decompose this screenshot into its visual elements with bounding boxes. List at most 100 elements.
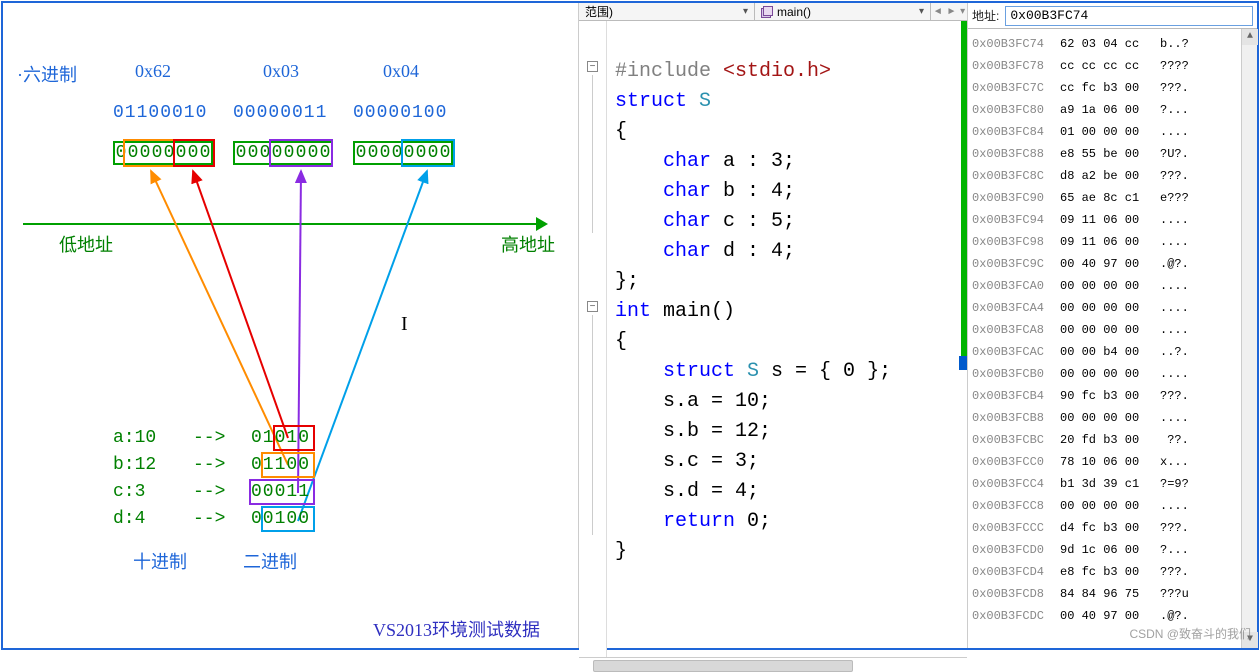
mem-addr: 0x00B3FC9C	[972, 253, 1060, 275]
mem-hex: 65 ae 8c c1	[1060, 187, 1160, 209]
mem-ascii: b..?	[1160, 33, 1189, 55]
memory-rows[interactable]: 0x00B3FC7462 03 04 ccb..? 0x00B3FC78cc cc…	[968, 29, 1257, 648]
mem-hex: 09 11 06 00	[1060, 209, 1160, 231]
code-toolbar: 范围) ▾ main() ▾ ◄ ► ▾	[579, 3, 967, 21]
mem-ascii: ?...	[1160, 99, 1189, 121]
memory-row: 0x00B3FCA800 00 00 00....	[972, 319, 1257, 341]
high-addr-label: 高地址	[501, 231, 555, 257]
memory-panel: 地址: 0x00B3FC7462 03 04 ccb..?0x00B3FC78c…	[968, 3, 1257, 648]
function-dropdown[interactable]: main() ▾	[755, 3, 931, 20]
byte-box-2: 0 0 0 0 0 0 0 0	[353, 141, 453, 165]
code-line: #include	[615, 60, 723, 83]
mem-ascii: x...	[1160, 451, 1189, 473]
scroll-down-icon[interactable]: ▼	[1242, 632, 1258, 648]
code-panel: 范围) ▾ main() ▾ ◄ ► ▾ − − #include <stdio…	[578, 3, 968, 648]
mem-hex: 20 fd b3 00	[1060, 429, 1160, 451]
mem-ascii: ....	[1160, 297, 1189, 319]
mem-ascii: ???.	[1160, 165, 1189, 187]
fold-toggle[interactable]: −	[587, 61, 598, 72]
mem-addr: 0x00B3FC84	[972, 121, 1060, 143]
nav-fwd-icon[interactable]: ►	[946, 6, 956, 17]
memory-row: 0x00B3FC9809 11 06 00....	[972, 231, 1257, 253]
mem-addr: 0x00B3FC80	[972, 99, 1060, 121]
memory-row: 0x00B3FCD884 84 96 75???u	[972, 583, 1257, 605]
assign-c-bin: 00011	[251, 482, 310, 502]
memory-row: 0x00B3FCB490 fc b3 00???.	[972, 385, 1257, 407]
bin-value-1: 00000011	[233, 103, 327, 123]
bin-value-2: 00000100	[353, 103, 447, 123]
mem-hex: 84 84 96 75	[1060, 583, 1160, 605]
mem-addr: 0x00B3FCD8	[972, 583, 1060, 605]
code-body: − − #include <stdio.h> struct S { char a…	[579, 21, 967, 657]
memory-row: 0x00B3FC8401 00 00 00....	[972, 121, 1257, 143]
memory-row: 0x00B3FCB000 00 00 00....	[972, 363, 1257, 385]
nav-back-icon[interactable]: ◄	[933, 6, 943, 17]
cube-icon	[761, 6, 773, 18]
mem-addr: 0x00B3FC78	[972, 55, 1060, 77]
mem-hex: 00 00 00 00	[1060, 495, 1160, 517]
mem-ascii: ....	[1160, 275, 1189, 297]
mem-ascii: .@?.	[1160, 605, 1189, 627]
code-editor[interactable]: #include <stdio.h> struct S { char a : 3…	[607, 21, 967, 657]
assign-d-bin: 00100	[251, 509, 310, 529]
fold-toggle[interactable]: −	[587, 301, 598, 312]
mem-addr: 0x00B3FC88	[972, 143, 1060, 165]
memory-row: 0x00B3FCA000 00 00 00....	[972, 275, 1257, 297]
mem-ascii: ??.	[1160, 429, 1189, 451]
address-input[interactable]	[1005, 6, 1253, 26]
memory-row: 0x00B3FC9065 ae 8c c1e???	[972, 187, 1257, 209]
mem-hex: 9d 1c 06 00	[1060, 539, 1160, 561]
mem-ascii: ???.	[1160, 517, 1189, 539]
scroll-up-icon[interactable]: ▲	[1242, 29, 1258, 45]
mem-hex: 00 00 00 00	[1060, 275, 1160, 297]
mem-hex: 00 00 00 00	[1060, 319, 1160, 341]
address-axis-arrow	[23, 223, 543, 225]
byte-box-1: 0 0 0 0 0 0 0 0	[233, 141, 333, 165]
assign-a-arrow: -->	[193, 428, 225, 448]
mem-addr: 0x00B3FCB8	[972, 407, 1060, 429]
mem-addr: 0x00B3FCA4	[972, 297, 1060, 319]
memory-row: 0x00B3FCD4e8 fc b3 00???.	[972, 561, 1257, 583]
mem-hex: d8 a2 be 00	[1060, 165, 1160, 187]
mem-addr: 0x00B3FCC4	[972, 473, 1060, 495]
mem-addr: 0x00B3FCD0	[972, 539, 1060, 561]
scrollbar-thumb[interactable]	[593, 660, 853, 672]
mem-ascii: ....	[1160, 209, 1189, 231]
hex-value-1: 0x03	[263, 61, 299, 82]
mem-ascii: ....	[1160, 495, 1189, 517]
chevron-down-icon: ▾	[743, 6, 748, 17]
memory-row: 0x00B3FCAC00 00 b4 00..?.	[972, 341, 1257, 363]
scope-label: 范围)	[585, 3, 613, 20]
nav-arrows: ◄ ► ▾	[931, 3, 967, 20]
mem-hex: 00 00 00 00	[1060, 363, 1160, 385]
mem-hex: cc cc cc cc	[1060, 55, 1160, 77]
mem-ascii: ?U?.	[1160, 143, 1189, 165]
scope-dropdown[interactable]: 范围) ▾	[579, 3, 755, 20]
diagram-panel: ·六进制 0x62 0x03 0x04 01100010 00000011 00…	[3, 3, 578, 648]
mem-addr: 0x00B3FC74	[972, 33, 1060, 55]
mem-ascii: .@?.	[1160, 253, 1189, 275]
mem-addr: 0x00B3FCC8	[972, 495, 1060, 517]
mem-addr: 0x00B3FC98	[972, 231, 1060, 253]
low-addr-label: 低地址	[59, 231, 113, 257]
horizontal-scrollbar[interactable]	[579, 657, 967, 658]
nav-down-icon[interactable]: ▾	[960, 6, 965, 17]
mem-ascii: ???u	[1160, 583, 1189, 605]
memory-row: 0x00B3FCC800 00 00 00....	[972, 495, 1257, 517]
memory-row: 0x00B3FC8Cd8 a2 be 00???.	[972, 165, 1257, 187]
memory-row: 0x00B3FC7Ccc fc b3 00???.	[972, 77, 1257, 99]
mem-ascii: ....	[1160, 407, 1189, 429]
memory-row: 0x00B3FCD09d 1c 06 00?...	[972, 539, 1257, 561]
memory-row: 0x00B3FCDC00 40 97 00.@?.	[972, 605, 1257, 627]
mem-addr: 0x00B3FC8C	[972, 165, 1060, 187]
mem-addr: 0x00B3FCB0	[972, 363, 1060, 385]
memory-row: 0x00B3FC88e8 55 be 00?U?.	[972, 143, 1257, 165]
binary-label: 二进制	[243, 548, 297, 574]
mem-hex: 62 03 04 cc	[1060, 33, 1160, 55]
mem-hex: 90 fc b3 00	[1060, 385, 1160, 407]
mem-hex: e8 fc b3 00	[1060, 561, 1160, 583]
change-bar	[961, 21, 967, 356]
vertical-scrollbar[interactable]: ▲ ▼	[1241, 29, 1257, 648]
mem-ascii: ....	[1160, 231, 1189, 253]
mem-hex: 00 00 b4 00	[1060, 341, 1160, 363]
